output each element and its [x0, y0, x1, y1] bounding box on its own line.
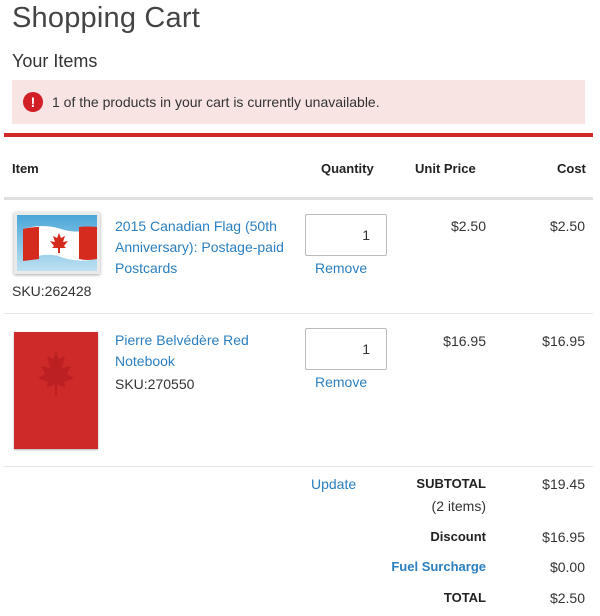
page-title: Shopping Cart	[12, 2, 200, 34]
fuel-surcharge-link[interactable]: Fuel Surcharge	[391, 559, 486, 574]
unit-price: $16.95	[443, 333, 486, 349]
update-cart-link[interactable]: Update	[311, 476, 356, 492]
unavailable-alert: ! 1 of the products in your cart is curr…	[12, 80, 585, 124]
product-name-line: 2015 Canadian Flag (50th	[115, 218, 277, 234]
header-divider	[4, 133, 593, 137]
flag-image-graphic	[17, 215, 97, 271]
red-notebook-image[interactable]	[14, 332, 98, 449]
total-label: TOTAL	[443, 590, 486, 605]
section-title: Your Items	[12, 51, 98, 71]
product-name-line: Pierre Belvédère Red	[115, 332, 249, 348]
subtotal-value: $19.45	[542, 476, 585, 492]
subtotal-label: SUBTOTAL	[416, 476, 486, 491]
quantity-input[interactable]	[305, 214, 387, 256]
line-cost: $16.95	[542, 333, 585, 349]
exclamation-icon: !	[23, 92, 43, 112]
product-name-line: Anniversary): Postage-paid	[115, 239, 284, 255]
product-sku: SKU:270550	[115, 376, 195, 392]
subtotal-item-count: (2 items)	[431, 498, 486, 514]
unit-price: $2.50	[450, 218, 486, 234]
remove-link[interactable]: Remove	[315, 374, 367, 390]
discount-label: Discount	[430, 529, 486, 544]
product-sku: SKU:262428	[12, 283, 92, 299]
product-name-line: Notebook	[115, 353, 175, 369]
total-value: $2.50	[549, 590, 585, 606]
product-name-line: Postcards	[115, 260, 178, 276]
discount-value: $16.95	[542, 529, 585, 545]
column-header-quantity: Quantity	[321, 161, 374, 176]
row-divider	[4, 313, 593, 314]
product-link-canadian-flag[interactable]: 2015 Canadian Flag (50th Anniversary): P…	[115, 216, 284, 279]
fuel-surcharge-value: $0.00	[549, 559, 585, 575]
column-header-item: Item	[12, 161, 39, 176]
table-header-divider	[4, 197, 593, 200]
quantity-input[interactable]	[305, 328, 387, 370]
product-link-red-notebook[interactable]: Pierre Belvédère Red Notebook	[115, 330, 249, 372]
alert-message: 1 of the products in your cart is curren…	[52, 94, 380, 110]
row-divider	[4, 466, 593, 467]
line-cost: $2.50	[549, 218, 585, 234]
remove-link[interactable]: Remove	[315, 260, 367, 276]
canadian-flag-postcard-image[interactable]	[14, 212, 100, 274]
column-header-cost: Cost	[557, 161, 586, 176]
column-header-unit-price: Unit Price	[415, 161, 476, 176]
maple-leaf-icon	[38, 350, 74, 396]
